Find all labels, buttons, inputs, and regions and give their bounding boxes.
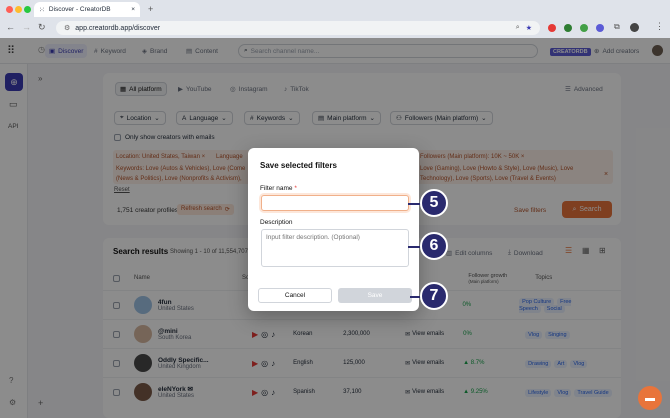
callout-badge-5: 5 bbox=[420, 189, 448, 217]
favicon-icon: ⁙ bbox=[39, 6, 45, 14]
browser-chrome: ⁙ Discover - CreatorDB × + ← → ↻ ⚙ app.c… bbox=[0, 0, 670, 38]
cancel-button[interactable]: Cancel bbox=[258, 288, 332, 303]
chat-support-button[interactable]: ▬ bbox=[638, 386, 662, 410]
browser-tab[interactable]: ⁙ Discover - CreatorDB × bbox=[34, 2, 140, 17]
close-tab-icon[interactable]: × bbox=[131, 6, 135, 13]
description-input[interactable] bbox=[261, 229, 409, 267]
reload-icon[interactable]: ↻ bbox=[38, 22, 46, 33]
browser-menu-icon[interactable]: ⋮ bbox=[655, 21, 664, 32]
extension-icon[interactable] bbox=[564, 24, 572, 32]
save-filters-dialog: Save selected filters Filter name * Desc… bbox=[248, 148, 419, 311]
close-window-icon[interactable] bbox=[6, 6, 13, 13]
filter-name-label: Filter name * bbox=[260, 185, 297, 192]
minimize-window-icon[interactable] bbox=[15, 6, 22, 13]
maximize-window-icon[interactable] bbox=[24, 6, 31, 13]
save-button[interactable]: Save bbox=[338, 288, 412, 303]
address-bar[interactable]: ⚙ app.creatordb.app/discover ⌕ ★ bbox=[56, 21, 540, 35]
forward-icon[interactable]: → bbox=[22, 22, 31, 32]
extension-icon[interactable] bbox=[548, 24, 556, 32]
chat-bubble-icon: ▬ bbox=[645, 392, 655, 404]
new-tab-icon[interactable]: + bbox=[148, 4, 153, 14]
callout-badge-7: 7 bbox=[420, 282, 448, 310]
description-label: Description bbox=[260, 219, 293, 226]
required-mark: * bbox=[294, 185, 297, 192]
extension-icon[interactable] bbox=[580, 24, 588, 32]
url-text: app.creatordb.app/discover bbox=[75, 24, 161, 32]
profile-avatar[interactable] bbox=[630, 23, 639, 32]
bookmark-star-icon[interactable]: ★ bbox=[526, 24, 532, 32]
tab-title: Discover - CreatorDB bbox=[48, 6, 111, 13]
filter-name-input[interactable] bbox=[261, 195, 409, 211]
callout-badge-6: 6 bbox=[420, 232, 448, 260]
dialog-title: Save selected filters bbox=[260, 161, 337, 170]
filter-name-label-text: Filter name bbox=[260, 185, 293, 192]
extensions-puzzle-icon[interactable]: ⧉ bbox=[614, 22, 620, 32]
zoom-icon[interactable]: ⌕ bbox=[516, 24, 520, 32]
site-info-icon[interactable]: ⚙ bbox=[64, 24, 70, 32]
back-icon[interactable]: ← bbox=[6, 22, 15, 32]
extension-icon[interactable] bbox=[596, 24, 604, 32]
